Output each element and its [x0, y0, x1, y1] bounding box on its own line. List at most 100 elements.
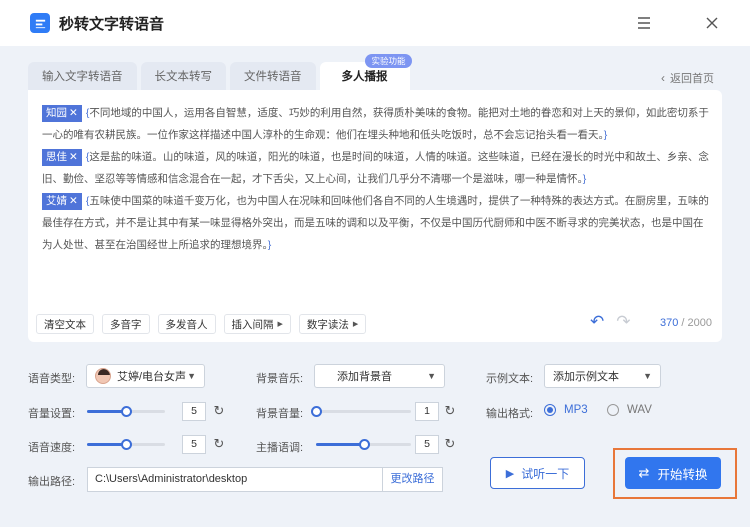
slider-thumb[interactable] — [311, 406, 322, 417]
multi-speaker-button[interactable]: 多发音人 — [157, 314, 216, 334]
volume-slider[interactable] — [87, 403, 165, 419]
pitch-slider[interactable] — [316, 436, 411, 452]
output-path-input[interactable]: C:\Users\Administrator\desktop — [87, 467, 383, 492]
speed-input[interactable]: 5 — [182, 435, 206, 454]
bg-volume-input[interactable]: 1 — [415, 402, 439, 421]
back-home-label: 返回首页 — [670, 73, 714, 85]
speaker-name: 艾婧 — [46, 195, 67, 207]
char-count-current: 370 — [659, 317, 679, 329]
sample-text-label: 示例文本: — [486, 373, 534, 385]
menu-icon[interactable] — [633, 12, 655, 34]
insert-pause-button[interactable]: 插入间隔 ▶ — [223, 314, 291, 334]
back-home-link[interactable]: ‹ 返回首页 — [661, 70, 714, 86]
tab-long-text[interactable]: 长文本转写 — [140, 62, 226, 90]
remove-icon[interactable]: ✕ — [69, 151, 78, 163]
caret-right-icon: ▶ — [277, 321, 283, 328]
char-counter: 370 / 2000 — [660, 317, 712, 329]
char-count-sep: / — [678, 317, 688, 329]
speaker-name: 知园 — [46, 107, 67, 119]
remove-icon[interactable]: ✕ — [69, 107, 78, 119]
chevron-down-icon: ▼ — [187, 371, 196, 381]
speaker-name: 思佳 — [46, 151, 67, 163]
reset-icon[interactable]: ↻ — [211, 403, 227, 419]
digit-read-button[interactable]: 数字读法 ▶ — [298, 314, 367, 334]
slider-thumb[interactable] — [358, 439, 370, 450]
chevron-down-icon: ▼ — [643, 371, 652, 381]
chevron-down-icon: ▼ — [427, 371, 436, 381]
slider-thumb[interactable] — [121, 406, 132, 417]
char-count-max: 2000 — [687, 317, 712, 329]
editor-toolbar: 清空文本 多音字 多发音人 插入间隔 ▶ 数字读法 ▶ — [36, 314, 374, 334]
speaker-tag[interactable]: 艾婧 ✕ — [42, 193, 82, 210]
chevron-left-icon: ‹ — [661, 71, 665, 85]
voice-type-value: 艾婷/电台女声 — [117, 371, 187, 383]
bg-music-select[interactable]: 添加背景音 ▼ — [314, 364, 445, 388]
paragraph-text: 不同地域的中国人，运用各自智慧，适度、巧妙的利用自然，获得质朴美味的食物。能把对… — [42, 107, 709, 141]
tab-text-to-speech[interactable]: 输入文字转语音 — [28, 62, 137, 90]
volume-label: 音量设置: — [28, 408, 76, 420]
reset-icon[interactable]: ↻ — [442, 403, 458, 419]
tab-multi-speaker[interactable]: 多人播报 实验功能 — [319, 54, 412, 90]
slider-fill — [316, 443, 364, 446]
app-title: 秒转文字转语音 — [59, 15, 165, 33]
bg-volume-slider[interactable] — [311, 403, 411, 419]
pitch-label: 主播语调: — [256, 442, 304, 454]
speed-label: 语音速度: — [28, 442, 76, 454]
tab-file-to-speech[interactable]: 文件转语音 — [230, 62, 316, 90]
text-editor[interactable]: 知园 ✕ {不同地域的中国人，运用各自智慧，适度、巧妙的利用自然，获得质朴美味的食物… — [28, 90, 722, 342]
format-wav-label: WAV — [627, 404, 652, 416]
title-bar: 秒转文字转语音 — [0, 0, 750, 46]
slider-thumb[interactable] — [121, 439, 132, 450]
insert-pause-label: 插入间隔 — [231, 318, 274, 331]
reset-icon[interactable]: ↻ — [442, 436, 458, 452]
convert-label: 开始转换 — [657, 467, 708, 482]
radio-dot — [544, 404, 556, 416]
paragraph-text: 五味使中国菜的味道千变万化，也为中国人在况味和回味他们各自不同的人生境遇时，提供… — [42, 195, 709, 251]
format-mp3-label: MP3 — [564, 404, 588, 416]
voice-avatar — [95, 368, 111, 384]
close-brace: } — [582, 173, 587, 185]
tab-label: 多人播报 — [341, 71, 388, 83]
experimental-badge: 实验功能 — [365, 54, 412, 68]
digit-read-label: 数字读法 — [306, 318, 349, 331]
sample-text-value: 添加示例文本 — [553, 371, 619, 383]
close-brace: } — [267, 239, 272, 251]
main-panel: 输入文字转语音 长文本转写 文件转语音 多人播报 实验功能 ‹ 返回首页 知园 ✕… — [28, 54, 722, 342]
undo-redo-group: ↶ ↷ — [590, 312, 631, 332]
paragraph-text: 这是盐的味道。山的味道，风的味道，阳光的味道，也是时间的味道，人情的味道。这些味… — [42, 151, 709, 185]
remove-icon[interactable]: ✕ — [69, 195, 78, 207]
preview-button[interactable]: ▶ 试听一下 — [490, 457, 585, 489]
close-brace: } — [603, 129, 608, 141]
undo-icon[interactable]: ↶ — [590, 312, 604, 332]
sample-text-select[interactable]: 添加示例文本 ▼ — [544, 364, 661, 388]
speaker-tag[interactable]: 知园 ✕ — [42, 105, 82, 122]
reset-icon[interactable]: ↻ — [211, 436, 227, 452]
speaker-paragraph[interactable]: 知园 ✕ {不同地域的中国人，运用各自智慧，适度、巧妙的利用自然，获得质朴美味的食物… — [42, 102, 712, 146]
clear-text-button[interactable]: 清空文本 — [36, 314, 94, 334]
tab-bar: 输入文字转语音 长文本转写 文件转语音 多人播报 实验功能 ‹ 返回首页 — [28, 54, 722, 90]
convert-icon: ⇄ — [638, 465, 650, 480]
speaker-tag[interactable]: 思佳 ✕ — [42, 149, 82, 166]
speaker-paragraph[interactable]: 艾婧 ✕ {五味使中国菜的味道千变万化，也为中国人在况味和回味他们各自不同的人生境遇… — [42, 190, 712, 256]
app-logo-icon — [30, 13, 50, 33]
start-convert-button[interactable]: ⇄ 开始转换 — [625, 457, 721, 489]
close-icon[interactable] — [701, 12, 723, 34]
polyphone-button[interactable]: 多音字 — [102, 314, 150, 334]
format-wav-radio[interactable]: WAV — [607, 404, 652, 416]
format-mp3-radio[interactable]: MP3 — [544, 404, 588, 416]
bg-volume-label: 背景音量: — [256, 408, 304, 420]
redo-icon[interactable]: ↷ — [616, 312, 630, 332]
voice-type-select[interactable]: 艾婷/电台女声 ▼ — [86, 364, 205, 388]
play-icon: ▶ — [505, 467, 515, 480]
volume-input[interactable]: 5 — [182, 402, 206, 421]
radio-dot — [607, 404, 619, 416]
bg-music-label: 背景音乐: — [256, 373, 304, 385]
speaker-paragraph[interactable]: 思佳 ✕ {这是盐的味道。山的味道，风的味道，阳光的味道，也是时间的味道，人情的味道… — [42, 146, 712, 190]
format-label: 输出格式: — [486, 408, 534, 420]
pitch-input[interactable]: 5 — [415, 435, 439, 454]
caret-right-icon: ▶ — [352, 321, 359, 328]
voice-type-label: 语音类型: — [28, 373, 76, 385]
change-path-button[interactable]: 更改路径 — [383, 467, 443, 492]
speed-slider[interactable] — [87, 436, 165, 452]
bg-music-value: 添加背景音 — [337, 371, 392, 383]
